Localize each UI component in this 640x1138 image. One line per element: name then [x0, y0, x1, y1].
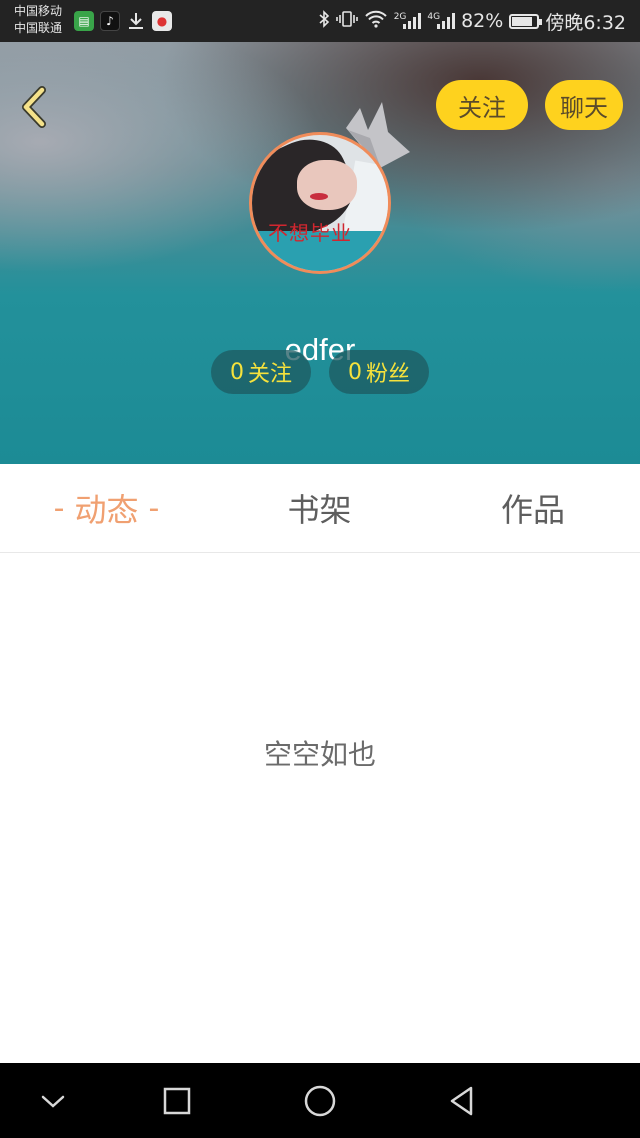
bluetooth-icon [318, 10, 330, 32]
circle-icon [304, 1085, 336, 1116]
carrier-info: 中国移动 中国联通 [14, 3, 62, 37]
chevron-down-icon [41, 1095, 65, 1108]
signal-2: 4G [427, 12, 456, 29]
fans-label: 粉丝 [365, 362, 410, 387]
tab-label: 动态 [74, 491, 139, 529]
hide-nav-button[interactable] [13, 1063, 93, 1138]
carrier-2: 中国联通 [14, 21, 63, 35]
triangle-back-icon [450, 1086, 473, 1115]
username: edfer [284, 332, 356, 367]
tab-label: 书架 [287, 491, 352, 529]
status-indicators: 2G 4G 82% 傍晚6:32 [318, 0, 626, 42]
carrier-1: 中国移动 [14, 4, 63, 18]
square-icon [163, 1087, 191, 1114]
fans-count-button[interactable]: 0 粉丝 [329, 350, 429, 394]
wifi-icon [364, 10, 388, 32]
home-button[interactable] [280, 1063, 360, 1138]
network-type-2: 4G [427, 12, 441, 22]
app-notification-icon: ▤ [74, 11, 94, 31]
vibrate-icon [335, 10, 358, 32]
notification-icons: ▤ ♪ ● [74, 11, 172, 31]
network-type-1: 2G [393, 12, 407, 22]
tab-activity[interactable]: - 动态 - [0, 464, 213, 552]
profile-header: 关注 聊天 不想毕业 edfer 0 关注 0 粉丝 [0, 42, 640, 464]
battery-fill [512, 16, 533, 26]
chevron-left-icon [22, 86, 46, 128]
chat-button[interactable]: 聊天 [545, 80, 623, 130]
back-nav-button[interactable] [422, 1063, 502, 1138]
fans-count: 0 [347, 359, 362, 385]
tab-label: 作品 [500, 491, 565, 529]
tab-active-indicator-left: - [53, 490, 65, 526]
status-bar: 中国移动 中国联通 ▤ ♪ ● 2G 4G 82% 傍晚6:32 [0, 0, 640, 42]
following-count: 0 [229, 359, 244, 385]
following-label: 关注 [247, 362, 292, 387]
download-icon [126, 11, 146, 31]
empty-state-text: 空空如也 [263, 738, 376, 771]
system-navigation-bar [0, 1063, 640, 1138]
tab-bookshelf[interactable]: 书架 [213, 464, 426, 552]
tiktok-icon: ♪ [100, 11, 120, 31]
back-button[interactable] [14, 82, 54, 132]
tab-active-indicator-right: - [148, 490, 160, 526]
follow-button[interactable]: 关注 [436, 80, 528, 130]
clock: 傍晚6:32 [545, 11, 626, 34]
tab-works[interactable]: 作品 [426, 464, 640, 552]
battery-icon [509, 13, 543, 29]
following-count-button[interactable]: 0 关注 [211, 350, 311, 394]
map-app-icon: ● [152, 11, 172, 31]
avatar-caption: 不想毕业 [268, 221, 352, 245]
signal-1: 2G [393, 12, 422, 29]
recents-button[interactable] [137, 1063, 217, 1138]
profile-tabs: - 动态 - 书架 作品 [0, 464, 640, 553]
avatar-image: 不想毕业 [249, 132, 391, 274]
avatar[interactable]: 不想毕业 [249, 132, 391, 274]
battery-percent: 82% [461, 10, 504, 32]
